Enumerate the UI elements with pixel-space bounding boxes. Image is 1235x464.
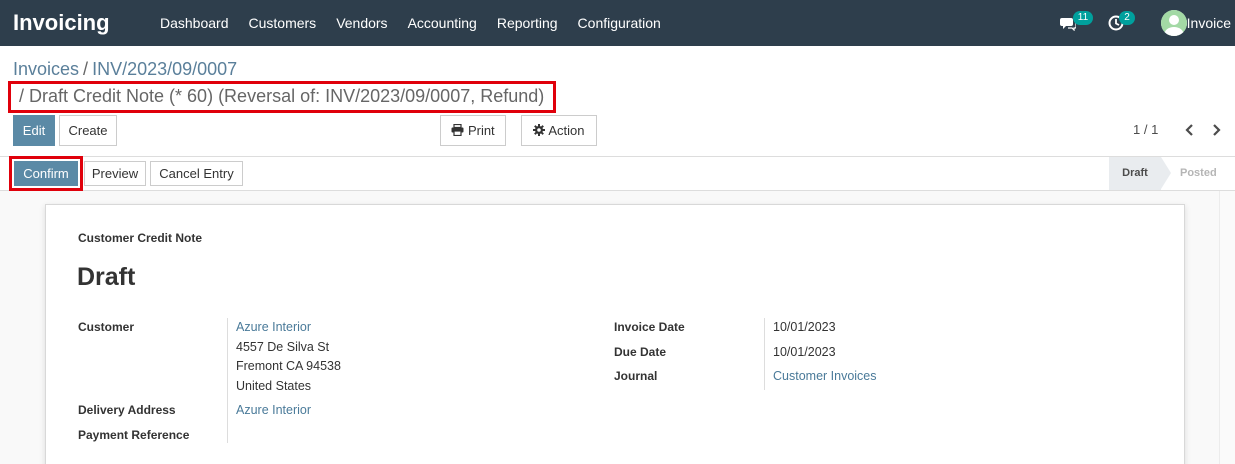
customer-address-line3: United States (236, 379, 312, 393)
action-button[interactable]: Action (521, 115, 597, 146)
breadcrumb-parent-invoice[interactable]: INV/2023/09/0007 (92, 59, 237, 79)
gear-icon (533, 124, 546, 136)
pager-next-button[interactable] (1208, 120, 1224, 140)
form-sheet (45, 204, 1185, 464)
chatter-edge (1219, 191, 1235, 464)
stage-posted: Posted (1180, 167, 1217, 179)
menu-reporting[interactable]: Reporting (487, 0, 568, 46)
pager-previous-button[interactable] (1182, 120, 1198, 140)
stage-draft: Draft (1109, 157, 1161, 190)
action-label: Action (548, 123, 585, 138)
label-delivery-address: Delivery Address (78, 403, 176, 417)
field-separator-right (764, 318, 765, 390)
preview-button[interactable]: Preview (84, 161, 146, 186)
breadcrumb: Invoices / INV/2023/09/0007 (13, 59, 237, 80)
menu-configuration[interactable]: Configuration (568, 0, 671, 46)
highlight-box-confirm (9, 156, 83, 191)
top-navbar: Invoicing Dashboard Customers Vendors Ac… (0, 0, 1235, 46)
journal-link[interactable]: Customer Invoices (773, 369, 877, 383)
menu-dashboard[interactable]: Dashboard (150, 0, 239, 46)
pager-value[interactable]: 1 / 1 (1133, 122, 1158, 137)
label-invoice-date: Invoice Date (614, 320, 685, 334)
document-title: Draft (77, 263, 136, 291)
app-brand[interactable]: Invoicing (13, 10, 110, 36)
cancel-entry-button[interactable]: Cancel Entry (150, 161, 243, 186)
label-customer: Customer (78, 320, 135, 334)
create-button[interactable]: Create (59, 115, 117, 146)
label-journal: Journal (614, 369, 658, 383)
document-type: Customer Credit Note (78, 231, 203, 245)
breadcrumb-separator: / (83, 59, 89, 79)
edit-button[interactable]: Edit (13, 115, 55, 146)
invoice-date-value: 10/01/2023 (773, 320, 836, 334)
user-icon (1161, 10, 1187, 36)
menu-accounting[interactable]: Accounting (398, 0, 487, 46)
chevron-right-icon (1213, 124, 1221, 136)
menu-customers[interactable]: Customers (239, 0, 327, 46)
print-label: Print (467, 123, 495, 138)
menu-vendors[interactable]: Vendors (326, 0, 397, 46)
print-button[interactable]: Print (440, 115, 506, 146)
user-avatar[interactable] (1161, 10, 1187, 36)
activities-badge: 2 (1119, 11, 1135, 25)
customer-address-line1: 4557 De Silva St (236, 340, 330, 354)
customer-address-line2: Fremont CA 94538 (236, 359, 341, 373)
user-name[interactable]: Invoice (1187, 15, 1231, 31)
label-payment-reference: Payment Reference (78, 428, 190, 442)
due-date-value: 10/01/2023 (773, 345, 836, 359)
breadcrumb-invoices[interactable]: Invoices (13, 59, 79, 79)
breadcrumb-current: / Draft Credit Note (* 60) (Reversal of:… (19, 86, 545, 106)
printer-icon (451, 123, 464, 137)
stage-draft-arrow (1161, 157, 1171, 189)
field-separator-left (227, 318, 228, 443)
main-menu: Dashboard Customers Vendors Accounting R… (150, 0, 671, 46)
label-due-date: Due Date (614, 345, 667, 359)
delivery-address-link[interactable]: Azure Interior (236, 403, 311, 417)
chevron-left-icon (1185, 124, 1193, 136)
messages-badge: 11 (1073, 11, 1093, 25)
customer-link[interactable]: Azure Interior (236, 320, 311, 334)
